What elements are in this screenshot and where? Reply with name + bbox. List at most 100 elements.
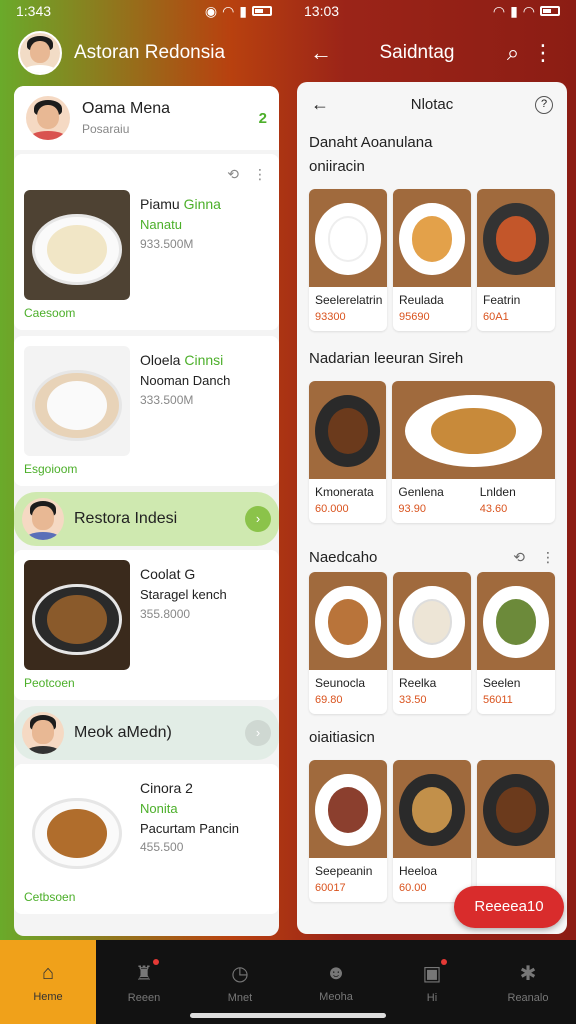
food-image: [24, 560, 130, 670]
dish-price: 69.80: [315, 694, 343, 706]
battery-icon: [252, 6, 272, 16]
dish-tile[interactable]: Seelerelatrin 93300: [309, 189, 387, 331]
gear-icon: ✱: [519, 962, 537, 985]
dish-image: [477, 572, 555, 670]
restaurant-list-panel: Oama Mena Posaraiu 2 ⟲ ⋮ Piamu Ginna Nan…: [14, 86, 279, 936]
menu-card[interactable]: ⟲ ⋮ Piamu Ginna Nanatu 933.500M Caesoom: [14, 154, 279, 330]
menu-card[interactable]: Cinora 2 Nonita Pacurtam Pancin 455.500 …: [14, 764, 279, 914]
card-footer[interactable]: Caesoom: [24, 306, 269, 320]
dish-price: 33.50: [399, 694, 427, 706]
section-title: oiaitiasicn: [309, 729, 375, 746]
section-header-meok[interactable]: Meok aMedn) ›: [14, 706, 279, 760]
section-subtitle: oniiracin: [309, 158, 365, 175]
dish-name: Lnlden: [479, 485, 516, 499]
nav-chat[interactable]: ▣ Hi: [384, 940, 480, 1024]
dish-tile[interactable]: Seelen 56011: [477, 572, 555, 714]
avatar: [22, 712, 64, 754]
dish-grid: Seepeanin 60017 Heeloa 60.00: [297, 754, 567, 908]
app-title: Astoran Redonsia: [74, 42, 226, 63]
dish-tile[interactable]: Reulada 95690: [393, 189, 471, 331]
back-arrow-icon[interactable]: ←: [311, 94, 329, 115]
location-icon: ◉: [204, 2, 218, 19]
chevron-right-icon[interactable]: ›: [245, 720, 271, 746]
dish-name: Reulada: [399, 293, 444, 307]
reserve-button[interactable]: Reeeea10: [454, 886, 564, 928]
page-title: Saidntag: [379, 42, 455, 63]
avatar[interactable]: [18, 31, 62, 75]
dish-name: Seepeanin: [315, 864, 373, 878]
menu-card[interactable]: Oloela Cinnsi Nooman Danch 333.500M Esgo…: [14, 336, 279, 486]
app-bar-left: Astoran Redonsia: [0, 24, 288, 82]
bottom-nav: ⌂ Heme ♜ Reeen ◷ Mnet ☻ Meoha ▣ Hi ✱ Rea…: [0, 940, 576, 1024]
nav-history[interactable]: ◷ Mnet: [192, 940, 288, 1024]
card-subtitle: Nooman Danch: [140, 373, 231, 388]
chef-icon: ♜: [135, 958, 159, 986]
dish-price: 43.60: [479, 503, 508, 515]
nav-recipes[interactable]: ♜ Reeen: [96, 940, 192, 1024]
help-icon[interactable]: ?: [535, 95, 553, 114]
avatar: [26, 96, 70, 140]
card-tag: Cinnsi: [184, 352, 224, 368]
food-image: [24, 190, 130, 300]
more-icon[interactable]: ⋮: [253, 166, 267, 183]
menu-card[interactable]: Coolat G Staragel kench 355.8000 Peotcoe…: [14, 550, 279, 700]
dish-name: Heeloa: [399, 864, 438, 878]
refresh-icon[interactable]: ⟲: [513, 549, 525, 566]
dish-price: [477, 866, 555, 876]
chevron-right-icon[interactable]: ›: [245, 506, 271, 532]
dish-price: 56011: [483, 694, 513, 706]
card-footer[interactable]: Peotcoen: [24, 676, 269, 690]
dish-price: 60A1: [483, 311, 509, 323]
nav-settings[interactable]: ✱ Reanalo: [480, 940, 576, 1024]
more-icon[interactable]: ⋮: [541, 549, 555, 566]
status-icons: ◠ ▮ ◠: [493, 3, 560, 20]
dish-price: 93300: [315, 311, 346, 323]
search-icon[interactable]: ⌕: [498, 40, 528, 66]
section-header-restoran[interactable]: Restora Indesi ›: [14, 492, 279, 546]
nav-label: Hi: [426, 991, 438, 1004]
wifi-icon: ◠: [492, 2, 506, 19]
dish-tile[interactable]: Featrin 60A1: [477, 189, 555, 331]
dish-tile[interactable]: [477, 760, 555, 902]
dish-tile[interactable]: Seepeanin 60017: [309, 760, 387, 902]
nav-label: Reanalo: [507, 991, 549, 1004]
dish-image: [392, 381, 555, 479]
section-title-text: Danaht Aoanulana: [309, 134, 433, 151]
dish-image: [309, 381, 387, 479]
status-time: 13:03: [304, 3, 340, 19]
back-arrow-icon[interactable]: ←: [306, 40, 336, 66]
dish-price: 95690: [399, 311, 430, 323]
dish-grid: Seunocla 69.80 Reelka 33.50 Seelen 56011: [297, 566, 567, 720]
chat-icon: ▣: [423, 958, 448, 986]
dish-tile[interactable]: Kmonerata 60.000: [309, 381, 387, 523]
dish-price: 60017: [315, 882, 346, 894]
dish-name: Seelen: [483, 676, 521, 690]
card-title: Coolat G: [140, 566, 196, 582]
dish-tile[interactable]: Reelka 33.50: [393, 572, 471, 714]
count-badge: 2: [258, 109, 267, 127]
card-price: 333.500M: [140, 392, 194, 407]
profile-header[interactable]: Oama Mena Posaraiu 2: [14, 86, 279, 150]
dish-price: 93.90: [398, 503, 426, 515]
nav-label: Reeen: [127, 991, 161, 1004]
card-footer[interactable]: Cetbsoen: [24, 890, 269, 904]
status-time: 1:343: [16, 3, 52, 19]
food-image: [24, 774, 130, 884]
dish-tile[interactable]: Heeloa 60.00: [393, 760, 471, 902]
card-tag: Ginna: [183, 196, 221, 212]
card-footer[interactable]: Esgoioom: [24, 462, 269, 476]
nav-home[interactable]: ⌂ Heme: [0, 940, 96, 1024]
detail-title: Nlotac: [410, 96, 454, 113]
more-vert-icon[interactable]: ⋮: [528, 40, 558, 66]
refresh-icon[interactable]: ⟲: [227, 166, 239, 183]
menu-detail-panel: ← Nlotac ? Danaht Aoanulana oniiracin Se…: [297, 82, 567, 934]
wifi-icon: ◠: [222, 2, 235, 19]
dish-name: Kmonerata: [315, 485, 374, 499]
dish-tile[interactable]: Seunocla 69.80: [309, 572, 387, 714]
profile-name: Oama Mena: [82, 100, 171, 117]
dish-image: [477, 760, 555, 858]
home-indicator[interactable]: [190, 1013, 386, 1018]
nav-profile[interactable]: ☻ Meoha: [288, 940, 384, 1024]
profile-subtitle: Posaraiu: [82, 122, 130, 136]
dish-tile[interactable]: Genlena 93.90 Lnlden 43.60: [392, 381, 555, 523]
